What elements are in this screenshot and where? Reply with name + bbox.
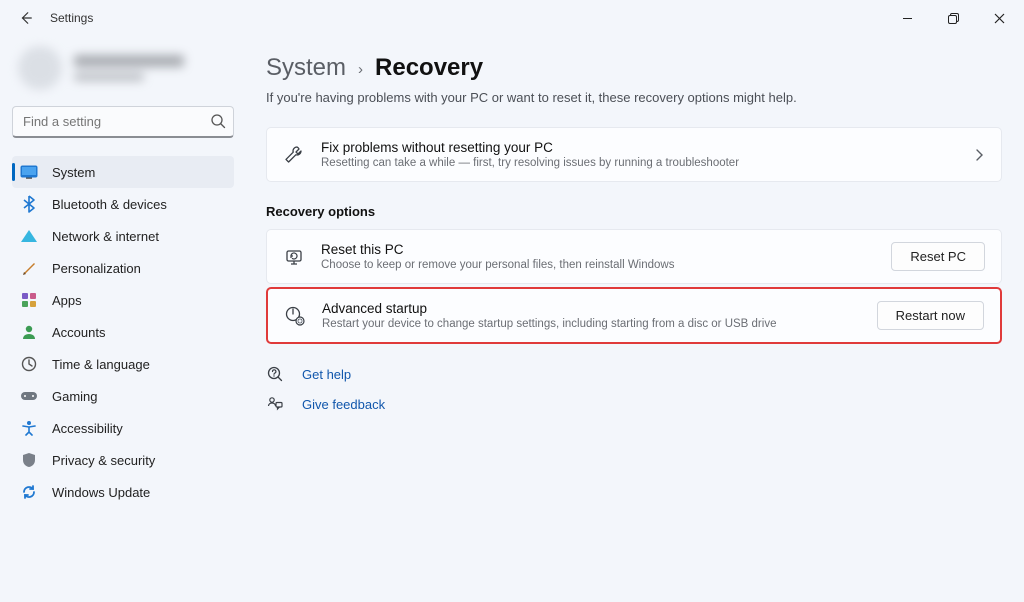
chevron-right-icon — [973, 149, 985, 161]
sidebar-item-system[interactable]: System — [12, 156, 234, 188]
sidebar-item-privacy[interactable]: Privacy & security — [12, 444, 234, 476]
sidebar-item-label: Accessibility — [52, 421, 123, 436]
chevron-right-icon: › — [358, 61, 363, 78]
system-icon — [20, 163, 38, 181]
card-title: Advanced startup — [322, 301, 861, 316]
sidebar: System Bluetooth & devices Network & int… — [0, 36, 246, 602]
personalization-icon — [20, 259, 38, 277]
get-help-link[interactable]: Get help — [302, 367, 351, 382]
help-icon — [266, 366, 284, 382]
sidebar-item-label: Windows Update — [52, 485, 150, 500]
section-title: Recovery options — [266, 204, 1002, 219]
search-input[interactable] — [12, 106, 234, 138]
maximize-button[interactable] — [930, 2, 976, 34]
card-title: Reset this PC — [321, 242, 875, 257]
advanced-startup-card: Advanced startup Restart your device to … — [266, 287, 1002, 344]
network-icon — [20, 227, 38, 245]
title-bar: Settings — [0, 0, 1024, 36]
main-content: System › Recovery If you're having probl… — [246, 36, 1024, 602]
update-icon — [20, 483, 38, 501]
page-subtitle: If you're having problems with your PC o… — [266, 90, 1002, 105]
help-links: Get help Give feedback — [266, 366, 1002, 412]
sidebar-item-update[interactable]: Windows Update — [12, 476, 234, 508]
user-profile[interactable] — [12, 42, 234, 100]
sidebar-item-accessibility[interactable]: Accessibility — [12, 412, 234, 444]
avatar — [18, 46, 62, 90]
sidebar-item-label: Apps — [52, 293, 82, 308]
get-help-row: Get help — [266, 366, 1002, 382]
shield-icon — [20, 451, 38, 469]
breadcrumb: System › Recovery — [266, 54, 1002, 82]
sidebar-item-label: Personalization — [52, 261, 141, 276]
wrench-icon — [283, 145, 305, 165]
give-feedback-row: Give feedback — [266, 396, 1002, 412]
sidebar-item-network[interactable]: Network & internet — [12, 220, 234, 252]
close-button[interactable] — [976, 2, 1022, 34]
restart-now-button[interactable]: Restart now — [877, 301, 984, 330]
sidebar-item-bluetooth[interactable]: Bluetooth & devices — [12, 188, 234, 220]
power-settings-icon — [284, 305, 306, 327]
bluetooth-icon — [20, 195, 38, 213]
give-feedback-link[interactable]: Give feedback — [302, 397, 385, 412]
card-desc: Choose to keep or remove your personal f… — [321, 259, 875, 271]
recovery-options: Reset this PC Choose to keep or remove y… — [266, 229, 1002, 344]
sidebar-item-accounts[interactable]: Accounts — [12, 316, 234, 348]
sidebar-item-label: Bluetooth & devices — [52, 197, 167, 212]
reset-icon — [283, 247, 305, 267]
search-box — [12, 106, 234, 138]
card-desc: Resetting can take a while — first, try … — [321, 157, 957, 169]
page-title: Recovery — [375, 54, 483, 82]
back-button[interactable] — [14, 6, 38, 30]
sidebar-item-label: Gaming — [52, 389, 98, 404]
window-title: Settings — [50, 11, 93, 25]
time-icon — [20, 355, 38, 373]
sidebar-item-label: System — [52, 165, 95, 180]
nav: System Bluetooth & devices Network & int… — [12, 156, 234, 508]
sidebar-item-apps[interactable]: Apps — [12, 284, 234, 316]
apps-icon — [20, 291, 38, 309]
sidebar-item-gaming[interactable]: Gaming — [12, 380, 234, 412]
sidebar-item-label: Accounts — [52, 325, 105, 340]
accessibility-icon — [20, 419, 38, 437]
sidebar-item-label: Privacy & security — [52, 453, 155, 468]
card-desc: Restart your device to change startup se… — [322, 318, 861, 330]
breadcrumb-parent[interactable]: System — [266, 54, 346, 82]
card-title: Fix problems without resetting your PC — [321, 140, 957, 155]
sidebar-item-time[interactable]: Time & language — [12, 348, 234, 380]
minimize-button[interactable] — [884, 2, 930, 34]
gaming-icon — [20, 387, 38, 405]
troubleshoot-card[interactable]: Fix problems without resetting your PC R… — [266, 127, 1002, 182]
sidebar-item-label: Network & internet — [52, 229, 159, 244]
feedback-icon — [266, 396, 284, 412]
reset-pc-button[interactable]: Reset PC — [891, 242, 985, 271]
sidebar-item-label: Time & language — [52, 357, 150, 372]
reset-pc-card: Reset this PC Choose to keep or remove y… — [266, 229, 1002, 284]
accounts-icon — [20, 323, 38, 341]
window-controls — [884, 2, 1022, 34]
sidebar-item-personalization[interactable]: Personalization — [12, 252, 234, 284]
